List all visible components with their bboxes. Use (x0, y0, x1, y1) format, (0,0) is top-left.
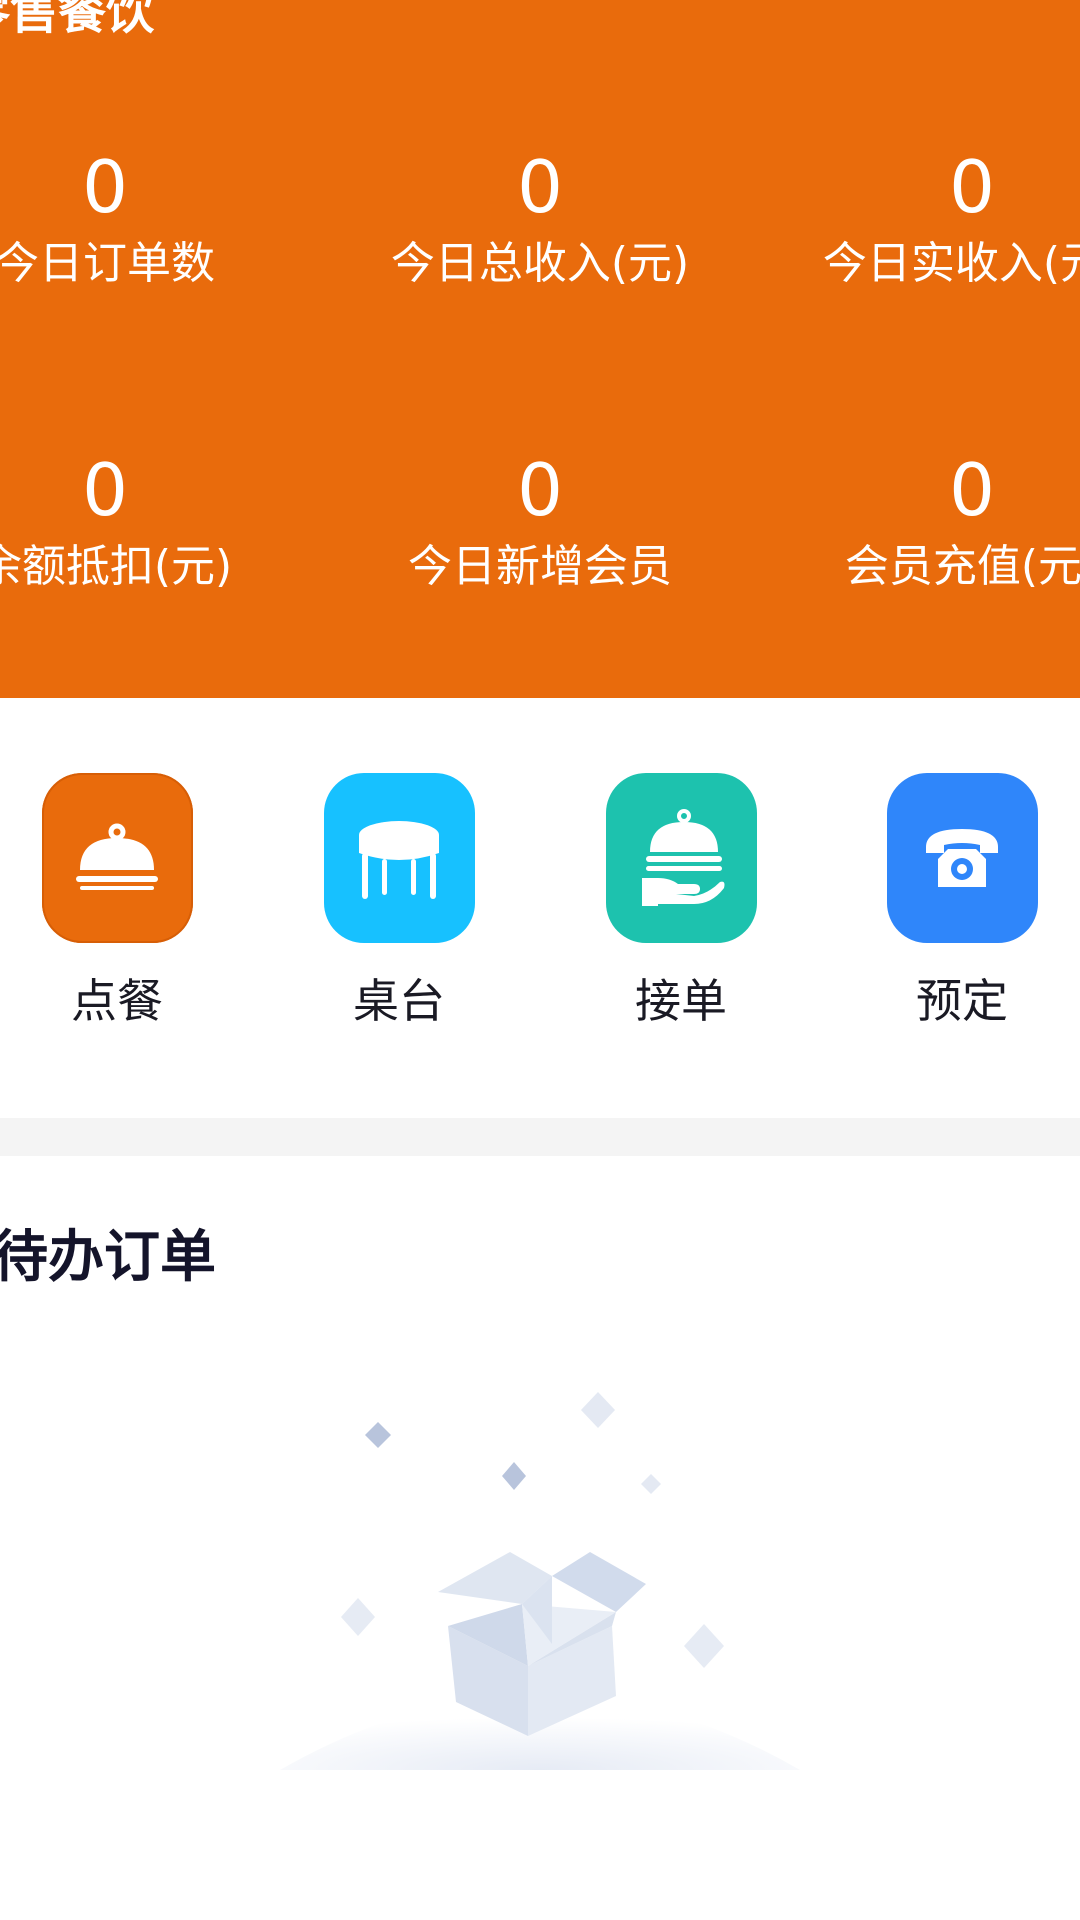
empty-state-illustration (260, 1380, 820, 1800)
stat-today-actual-income[interactable]: 0 今日实收入(元) (762, 142, 1080, 292)
quick-action-label: 接单 (635, 974, 727, 1028)
section-divider (0, 1118, 1080, 1156)
table-icon (323, 773, 475, 943)
stat-balance-deduction[interactable]: 0 余额抵扣(元) (0, 445, 315, 595)
stat-value: 0 (517, 448, 563, 532)
stat-today-total-income[interactable]: 0 今日总收入(元) (330, 142, 750, 292)
dining-cloche-icon (41, 773, 193, 943)
quick-action-label: 预定 (916, 974, 1008, 1028)
stat-value: 0 (949, 448, 995, 532)
stat-label: 余额抵扣(元) (0, 541, 233, 592)
stat-value: 0 (517, 145, 563, 229)
stat-new-members[interactable]: 0 今日新增会员 (330, 445, 750, 595)
stat-value: 0 (82, 145, 128, 229)
accept-order-button[interactable]: 接单 (571, 773, 791, 1031)
table-button[interactable]: 桌台 (289, 773, 509, 1031)
telephone-icon (886, 773, 1038, 943)
stat-today-orders[interactable]: 0 今日订单数 (0, 142, 315, 292)
reservation-button[interactable]: 预定 (852, 773, 1072, 1031)
stat-label: 今日总收入(元) (390, 238, 690, 289)
quick-action-label: 点餐 (71, 974, 163, 1028)
stat-value: 0 (82, 448, 128, 532)
stat-label: 会员充值(元) (844, 541, 1080, 592)
shop-title: 零售餐饮 (0, 0, 155, 40)
stat-label: 今日新增会员 (408, 541, 672, 592)
stat-value: 0 (949, 145, 995, 229)
serving-hand-icon (605, 773, 757, 943)
stats-header: 零售餐饮 0 今日订单数 0 今日总收入(元) 0 今日实收入(元) 0 余额抵… (0, 0, 1080, 698)
order-food-button[interactable]: 点餐 (7, 773, 227, 1031)
stat-member-recharge[interactable]: 0 会员充值(元) (762, 445, 1080, 595)
quick-action-label: 桌台 (353, 974, 445, 1028)
quick-actions: 点餐 桌台 接单 预定 (0, 698, 1080, 1118)
pending-orders-title: 待办订单 (0, 1225, 216, 1290)
stat-label: 今日实收入(元) (822, 238, 1080, 289)
stat-label: 今日订单数 (0, 238, 215, 289)
